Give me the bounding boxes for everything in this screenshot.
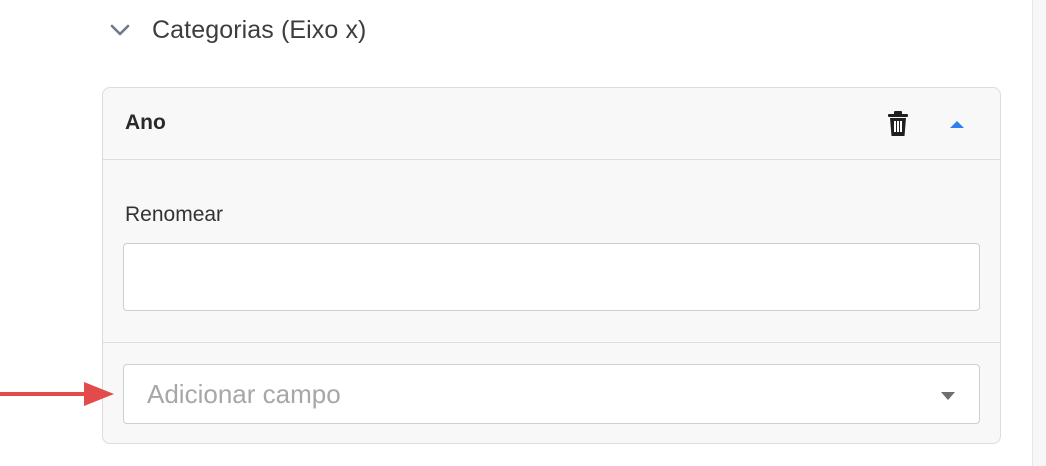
card-header: Ano <box>103 88 1000 160</box>
red-arrow-pointer-icon <box>0 382 114 406</box>
chevron-down-icon <box>110 24 130 36</box>
add-field-placeholder: Adicionar campo <box>147 379 341 409</box>
card-title: Ano <box>125 111 166 134</box>
caret-down-icon <box>941 392 955 400</box>
add-field-select[interactable]: Adicionar campo <box>123 364 980 424</box>
rename-input[interactable] <box>123 243 980 311</box>
categories-section-header[interactable]: Categorias (Eixo x) <box>108 10 366 50</box>
card-divider <box>103 342 1000 343</box>
section-title: Categorias (Eixo x) <box>152 15 367 44</box>
trash-icon[interactable] <box>885 110 911 138</box>
category-field-card: Ano Renomear Adicionar campo <box>102 87 1001 444</box>
rename-label: Renomear <box>125 203 224 226</box>
panel-edge-divider <box>1032 0 1046 466</box>
caret-up-icon[interactable] <box>945 116 969 132</box>
